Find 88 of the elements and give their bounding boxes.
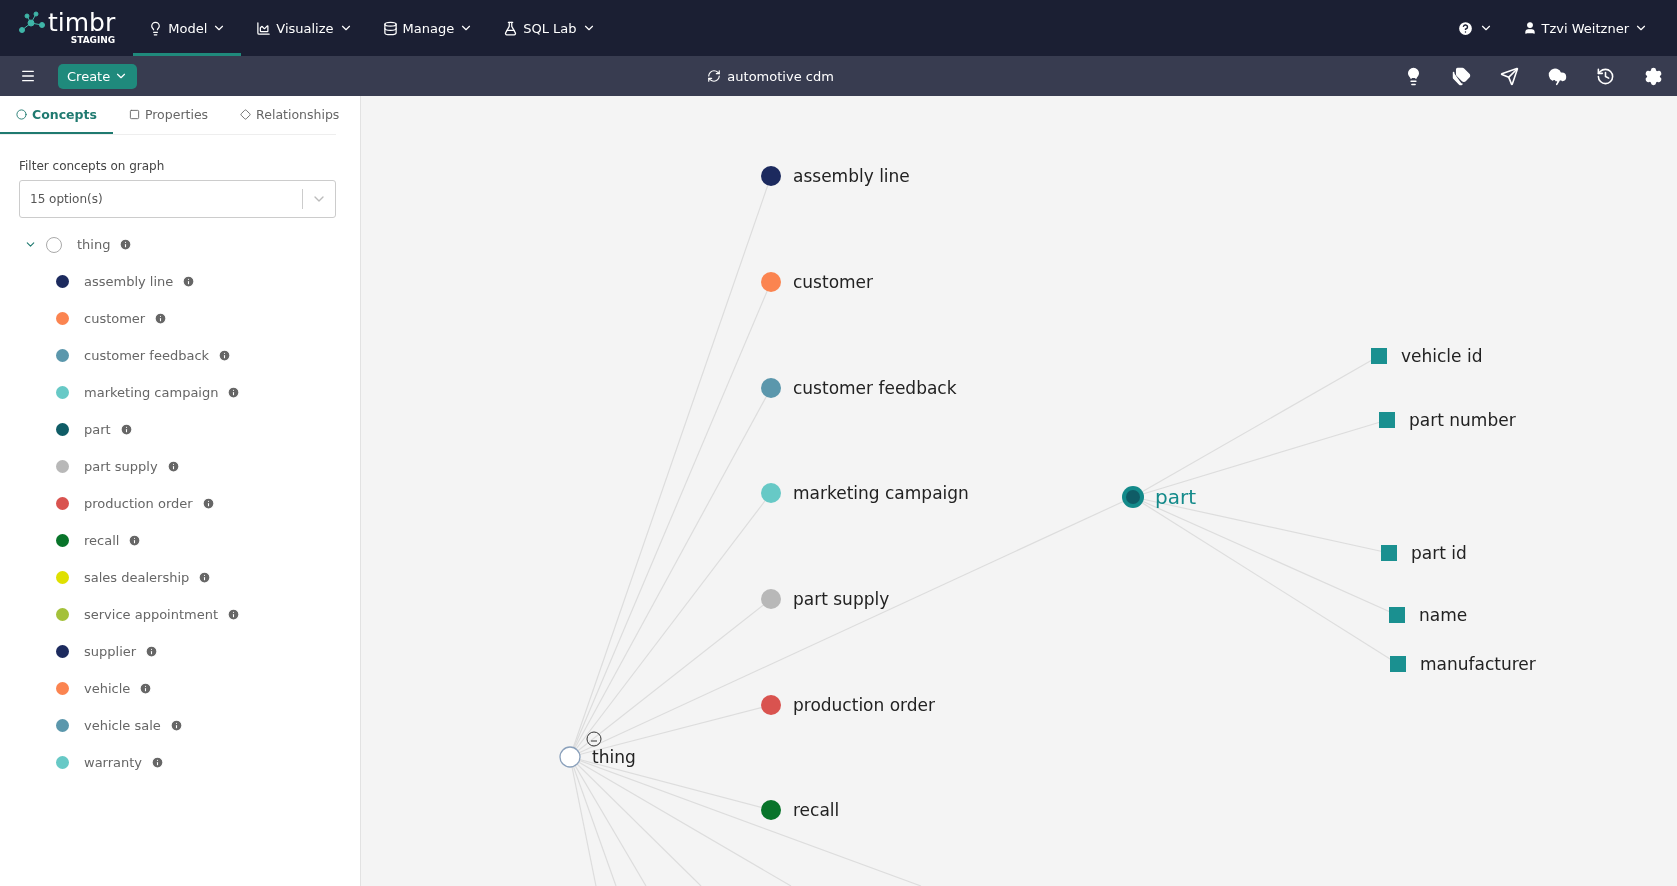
node-label: part supply [793, 589, 890, 609]
sidebar-tab[interactable]: Properties [112, 96, 225, 134]
concept-node[interactable] [761, 272, 781, 292]
sidebar-tab[interactable]: Relationships [224, 96, 356, 134]
node-label: vehicle id [1401, 346, 1483, 366]
node-label: part [1155, 485, 1196, 509]
info-icon[interactable] [227, 386, 241, 399]
tags-icon[interactable] [1452, 66, 1471, 86]
tree-item[interactable]: sales dealership [84, 570, 190, 585]
logo-text: timbr [48, 11, 116, 35]
info-icon[interactable] [119, 423, 133, 436]
history-icon[interactable] [1596, 66, 1615, 86]
tree-item[interactable]: vehicle [84, 681, 131, 696]
switch-icon[interactable] [707, 69, 722, 83]
tree-item[interactable]: assembly line [84, 274, 174, 289]
node-label: recall [793, 800, 840, 820]
concept-node[interactable] [761, 589, 781, 609]
node-label: part id [1411, 543, 1467, 563]
node-label: production order [793, 695, 936, 715]
database-icon [382, 20, 398, 36]
concept-node[interactable] [761, 695, 781, 715]
tree-item[interactable]: vehicle sale [84, 718, 161, 733]
chart-icon [256, 20, 272, 36]
collapse-icon[interactable] [586, 731, 602, 747]
focus-node[interactable] [1122, 486, 1144, 508]
info-icon[interactable] [218, 349, 232, 362]
tree-item[interactable]: service appointment [84, 607, 219, 622]
filter-select[interactable]: 15 option(s) [19, 180, 336, 218]
property-node[interactable] [1381, 545, 1397, 561]
info-icon[interactable] [128, 534, 142, 547]
sidebar-tab[interactable]: Concepts [0, 96, 113, 134]
node-label: customer [793, 272, 874, 292]
flask-icon [503, 20, 519, 36]
ontology-name: automotive cdm [727, 68, 834, 84]
nav-menu[interactable]: SQL Lab [488, 0, 611, 56]
help-icon [1456, 19, 1474, 37]
property-node[interactable] [1389, 607, 1405, 623]
info-icon[interactable] [169, 719, 183, 732]
create-button[interactable]: Create [58, 63, 138, 89]
node-label: assembly line [793, 166, 910, 186]
user-icon [1522, 21, 1537, 35]
tree-item[interactable]: part [84, 422, 111, 437]
settings-icon[interactable] [1644, 66, 1663, 86]
menu-icon[interactable] [20, 68, 36, 84]
send-icon[interactable] [1500, 66, 1519, 86]
info-icon[interactable] [227, 608, 241, 621]
info-icon[interactable] [119, 238, 133, 251]
node-label: customer feedback [793, 378, 957, 398]
info-icon[interactable] [154, 312, 168, 325]
property-node[interactable] [1390, 656, 1406, 672]
tree-item[interactable]: part supply [84, 459, 158, 474]
environment-label: STAGING [70, 35, 116, 45]
tree-item[interactable]: warranty [84, 755, 143, 770]
cloud-lightning-icon[interactable] [1548, 66, 1567, 86]
tree-item[interactable]: production order [84, 496, 193, 511]
property-node[interactable] [1379, 412, 1395, 428]
tree-item[interactable]: thing [77, 237, 111, 252]
concept-node[interactable] [761, 166, 781, 186]
nav-menu[interactable]: Manage [367, 0, 489, 56]
nav-menu[interactable]: Visualize [241, 0, 368, 56]
info-icon[interactable] [151, 756, 165, 769]
concept-node[interactable] [761, 378, 781, 398]
circle-icon [16, 108, 27, 120]
info-icon[interactable] [201, 497, 215, 510]
tree-item[interactable]: customer feedback [84, 348, 210, 363]
tree-item[interactable]: supplier [84, 644, 137, 659]
property-node[interactable] [1371, 348, 1387, 364]
node-label: part number [1409, 410, 1516, 430]
info-icon[interactable] [198, 571, 212, 584]
logo-icon [18, 11, 46, 35]
info-icon[interactable] [145, 645, 159, 658]
filter-label: Filter concepts on graph [19, 159, 166, 173]
concept-node[interactable] [761, 483, 781, 503]
tree-item[interactable]: customer [84, 311, 146, 326]
user-menu[interactable]: Tzvi Weitzner [1507, 0, 1663, 56]
root-node[interactable] [559, 746, 581, 768]
concept-node[interactable] [761, 800, 781, 820]
info-icon[interactable] [182, 275, 196, 288]
info-icon[interactable] [166, 460, 180, 473]
node-label: manufacturer [1420, 654, 1536, 674]
diamond-icon [240, 108, 252, 120]
tree-item[interactable]: marketing campaign [84, 385, 219, 400]
square-icon [128, 108, 140, 120]
tree-item[interactable]: recall [84, 533, 120, 548]
node-label: marketing campaign [793, 483, 969, 503]
node-label: thing [592, 747, 636, 767]
info-icon[interactable] [139, 682, 153, 695]
node-label: name [1419, 605, 1468, 625]
